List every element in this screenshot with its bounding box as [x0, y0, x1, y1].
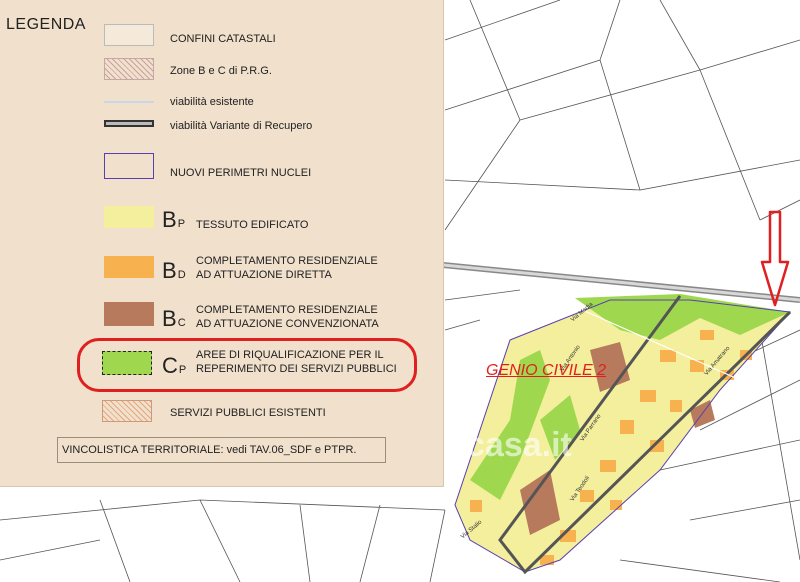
- cadastral-boundary-swatch: [104, 24, 154, 46]
- tessuto-swatch: [104, 206, 154, 228]
- legend-label: TESSUTO EDIFICATO: [196, 219, 309, 231]
- existing-road-swatch: [104, 101, 154, 103]
- watermark: casa.it: [466, 426, 572, 464]
- arrow-icon: [760, 210, 790, 307]
- highlight-ellipse: [77, 338, 417, 392]
- zone-code: BD: [162, 258, 186, 283]
- zone-code: BC: [162, 306, 186, 331]
- legend-label: viabilità Variante di Recupero: [170, 120, 313, 132]
- nuclei-perimeter-swatch: [104, 153, 154, 179]
- legend-label: SERVIZI PUBBLICI ESISTENTI: [170, 407, 326, 419]
- railway: [442, 262, 800, 303]
- variante-road-swatch: [104, 120, 154, 127]
- legend-title: LEGENDA: [6, 16, 86, 33]
- zone-bc-swatch: [104, 58, 154, 80]
- legend-label: Zone B e C di P.R.G.: [170, 65, 272, 77]
- genio-civile-annotation: GENIO CIVILE 2: [486, 362, 607, 379]
- zone-code: BP: [162, 207, 186, 232]
- vincolistica-note: VINCOLISTICA TERRITORIALE: vedi TAV.06_S…: [57, 437, 386, 463]
- servizi-swatch: [102, 400, 152, 422]
- legend-label: CONFINI CATASTALI: [170, 33, 276, 45]
- completamento-convenzionata-swatch: [104, 302, 154, 326]
- legend-label: viabilità esistente: [170, 96, 254, 108]
- legend-label: COMPLETAMENTO RESIDENZIALE AD ATTUAZIONE …: [196, 304, 379, 330]
- completamento-diretta-swatch: [104, 256, 154, 278]
- legend-label: NUOVI PERIMETRI NUCLEI: [170, 167, 312, 179]
- legend-label: COMPLETAMENTO RESIDENZIALE AD ATTUAZIONE …: [196, 255, 378, 281]
- map-legend: LEGENDA CONFINI CATASTALI Zone B e C di …: [0, 0, 444, 487]
